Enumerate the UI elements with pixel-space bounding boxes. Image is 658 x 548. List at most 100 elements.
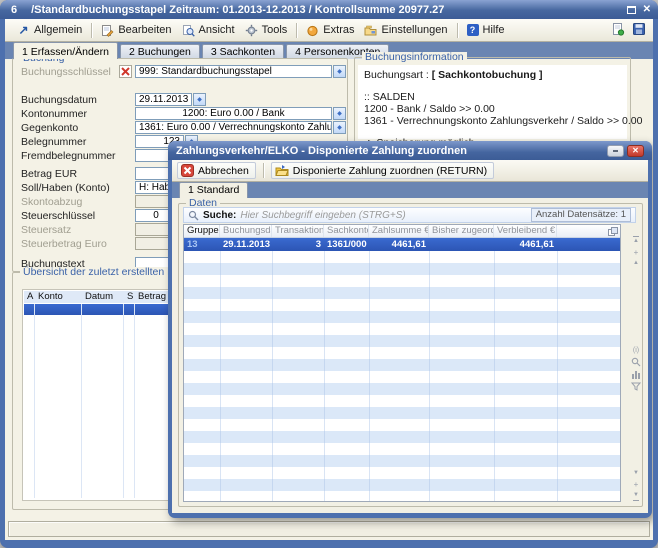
menu-allgemein[interactable]: ↗ Allgemein [12, 22, 87, 39]
header-bisher-zugeordnet[interactable]: Bisher zugeordnet [429, 225, 494, 237]
dropdown-button[interactable]: ◆ [193, 93, 206, 106]
buchungsdatum-field[interactable]: 29.11.2013 /Fr [135, 93, 192, 106]
field-label: Steuerbetrag Euro [21, 238, 107, 250]
chart-icon[interactable] [631, 370, 641, 379]
buchungsart-label: Buchungsart : [364, 69, 432, 81]
dialog-titlebar[interactable]: Zahlungsverkehr/ELKO - Disponierte Zahlu… [168, 141, 652, 160]
menu-bearbeiten[interactable]: Bearbeiten [96, 22, 176, 39]
header-buchungsdatum[interactable]: Buchungsdatum [220, 225, 272, 237]
dialog-minimize-icon[interactable] [607, 145, 624, 157]
info-icon[interactable]: (i) [633, 347, 639, 354]
field-label: Buchungsschlüssel [21, 66, 111, 78]
buchungsinformation-group-label: Buchungsinformation [362, 52, 467, 63]
dialog-close-icon[interactable]: ✕ [627, 145, 644, 157]
main-toolbar: ↗ Allgemein Bearbeiten Ansicht T [5, 19, 653, 42]
dropdown-button[interactable]: ◆ [333, 121, 346, 134]
window-id: 6 [11, 4, 17, 16]
search-grid-icon[interactable] [631, 357, 641, 367]
menu-tools[interactable]: Tools [240, 22, 293, 39]
cell-transaktion: 3 [272, 238, 324, 251]
cell-verbleibend: 4461,61 [494, 238, 557, 251]
header-verbleibend[interactable]: Verbleibend € [494, 225, 557, 237]
col-datum: Datum [85, 291, 113, 303]
add2-icon[interactable]: + [634, 480, 639, 489]
edit-icon [101, 24, 114, 37]
col-s: S [127, 291, 133, 303]
search-placeholder: Hier Suchbegriff eingeben (STRG+S) [240, 210, 405, 221]
new-document-icon[interactable] [611, 22, 625, 39]
folder-settings-icon [364, 24, 377, 37]
scroll-top-icon[interactable]: ▲ [633, 236, 639, 246]
help-icon: ? [467, 24, 479, 36]
field-label: Skontoabzug [21, 196, 82, 208]
toolbar-separator [457, 23, 458, 38]
header-zahlsumme[interactable]: Zahlsumme € [369, 225, 429, 237]
dialog-table-rows[interactable] [184, 251, 620, 501]
dialog-table-header[interactable]: Gruppe Buchungsdatum Transaktion Sachkon… [184, 225, 620, 238]
close-icon[interactable]: ✕ [643, 5, 651, 15]
col-konto: Konto [38, 291, 63, 303]
record-count-badge: Anzahl Datensätze: 1 [531, 208, 631, 222]
selected-row[interactable]: 13 29.11.2013 /Fr 3 1361/000 4461,61 446… [184, 238, 620, 251]
clear-icon[interactable] [119, 65, 132, 78]
menu-extras[interactable]: Extras [301, 22, 359, 39]
header-gruppe[interactable]: Gruppe [184, 225, 220, 237]
column-chooser-icon [608, 227, 618, 236]
dialog-tab-standard[interactable]: 1 Standard [179, 182, 248, 198]
scroll-bottom-icon[interactable]: ▼ [633, 491, 639, 501]
search-icon [188, 210, 199, 221]
cancel-button[interactable]: Abbrechen [177, 162, 256, 179]
kontonummer-field[interactable]: 1200: Euro 0.00 / Bank [135, 107, 332, 120]
cell-buchungsdatum: 29.11.2013 /Fr [220, 238, 272, 251]
menu-label: Bearbeiten [118, 24, 171, 36]
field-label: Belegnummer [21, 136, 86, 148]
field-label: Steuersatz [21, 224, 71, 236]
extras-icon [306, 24, 319, 37]
buchungsinformation-group: Buchungsinformation Buchungsart : [ Sach… [354, 57, 631, 143]
dialog-tabstrip: 1 Standard [172, 182, 648, 198]
tab-erfassen-aendern[interactable]: 1 Erfassen/Ändern [13, 42, 118, 59]
scroll-down-icon[interactable]: ▼ [633, 469, 639, 478]
app-body: ↗ Allgemein Bearbeiten Ansicht T [5, 19, 653, 540]
row-buchungsdatum: Buchungsdatum 29.11.2013 /Fr ◆ [13, 93, 347, 107]
cell-sachkonto: 1361/000 [324, 238, 369, 251]
dialog-toolbar: Abbrechen Disponierte Zahlung zuordnen (… [172, 160, 648, 182]
assign-label: Disponierte Zahlung zuordnen (RETURN) [293, 165, 487, 177]
tab-sachkonten[interactable]: 3 Sachkonten [202, 44, 284, 59]
header-extra [557, 225, 620, 237]
tab-buchungen[interactable]: 2 Buchungen [120, 44, 200, 59]
gear-icon [245, 24, 258, 37]
search-label: Suche: [203, 210, 236, 221]
cell-bisher-zugeordnet [429, 238, 494, 251]
save-icon[interactable] [632, 22, 646, 39]
header-sachkonto[interactable]: Sachkonto [324, 225, 369, 237]
scroll-up-icon[interactable]: ▲ [633, 259, 639, 268]
add-icon[interactable]: + [634, 248, 639, 257]
buchungsschluessel-combo[interactable]: 999: Standardbuchungsstapel [135, 65, 332, 78]
restore-icon[interactable] [627, 6, 636, 14]
field-label: Steuerschlüssel [21, 210, 95, 222]
dropdown-button[interactable]: ◆ [333, 107, 346, 120]
buchungsart-value: [ Sachkontobuchung ] [432, 69, 543, 81]
row-kontonummer: Kontonummer 1200: Euro 0.00 / Bank ◆ [13, 107, 347, 121]
field-label: Fremdbelegnummer [21, 150, 116, 162]
cell-zahlsumme: 4461,61 [369, 238, 429, 251]
assign-button[interactable]: Disponierte Zahlung zuordnen (RETURN) [271, 162, 494, 179]
field-label: Kontonummer [21, 108, 87, 120]
dialog-table[interactable]: Gruppe Buchungsdatum Transaktion Sachkon… [183, 224, 621, 502]
search-bar[interactable]: Suche: Hier Suchbegriff eingeben (STRG+S… [183, 207, 636, 223]
dropdown-button[interactable]: ◆ [333, 65, 346, 78]
header-transaktion[interactable]: Transaktion [272, 225, 324, 237]
menu-ansicht[interactable]: Ansicht [177, 22, 240, 39]
gegenkonto-field[interactable]: 1361: Euro 0.00 / Verrechnungskonto Zahl… [135, 121, 332, 134]
menu-einstellungen[interactable]: Einstellungen [359, 22, 452, 39]
field-label: Betrag EUR [21, 168, 77, 180]
filter-icon[interactable] [631, 382, 641, 391]
window-title: /Standardbuchungsstapel Zeitraum: 01.201… [31, 4, 444, 16]
col-a: A [27, 291, 33, 303]
field-label: Buchungsdatum [21, 94, 97, 106]
main-titlebar[interactable]: 6 /Standardbuchungsstapel Zeitraum: 01.2… [0, 0, 658, 19]
menu-label: Extras [323, 24, 354, 36]
menu-hilfe[interactable]: ? Hilfe [462, 22, 510, 38]
buchungsinformation-text: Buchungsart : [ Sachkontobuchung ] :: SA… [358, 65, 627, 139]
